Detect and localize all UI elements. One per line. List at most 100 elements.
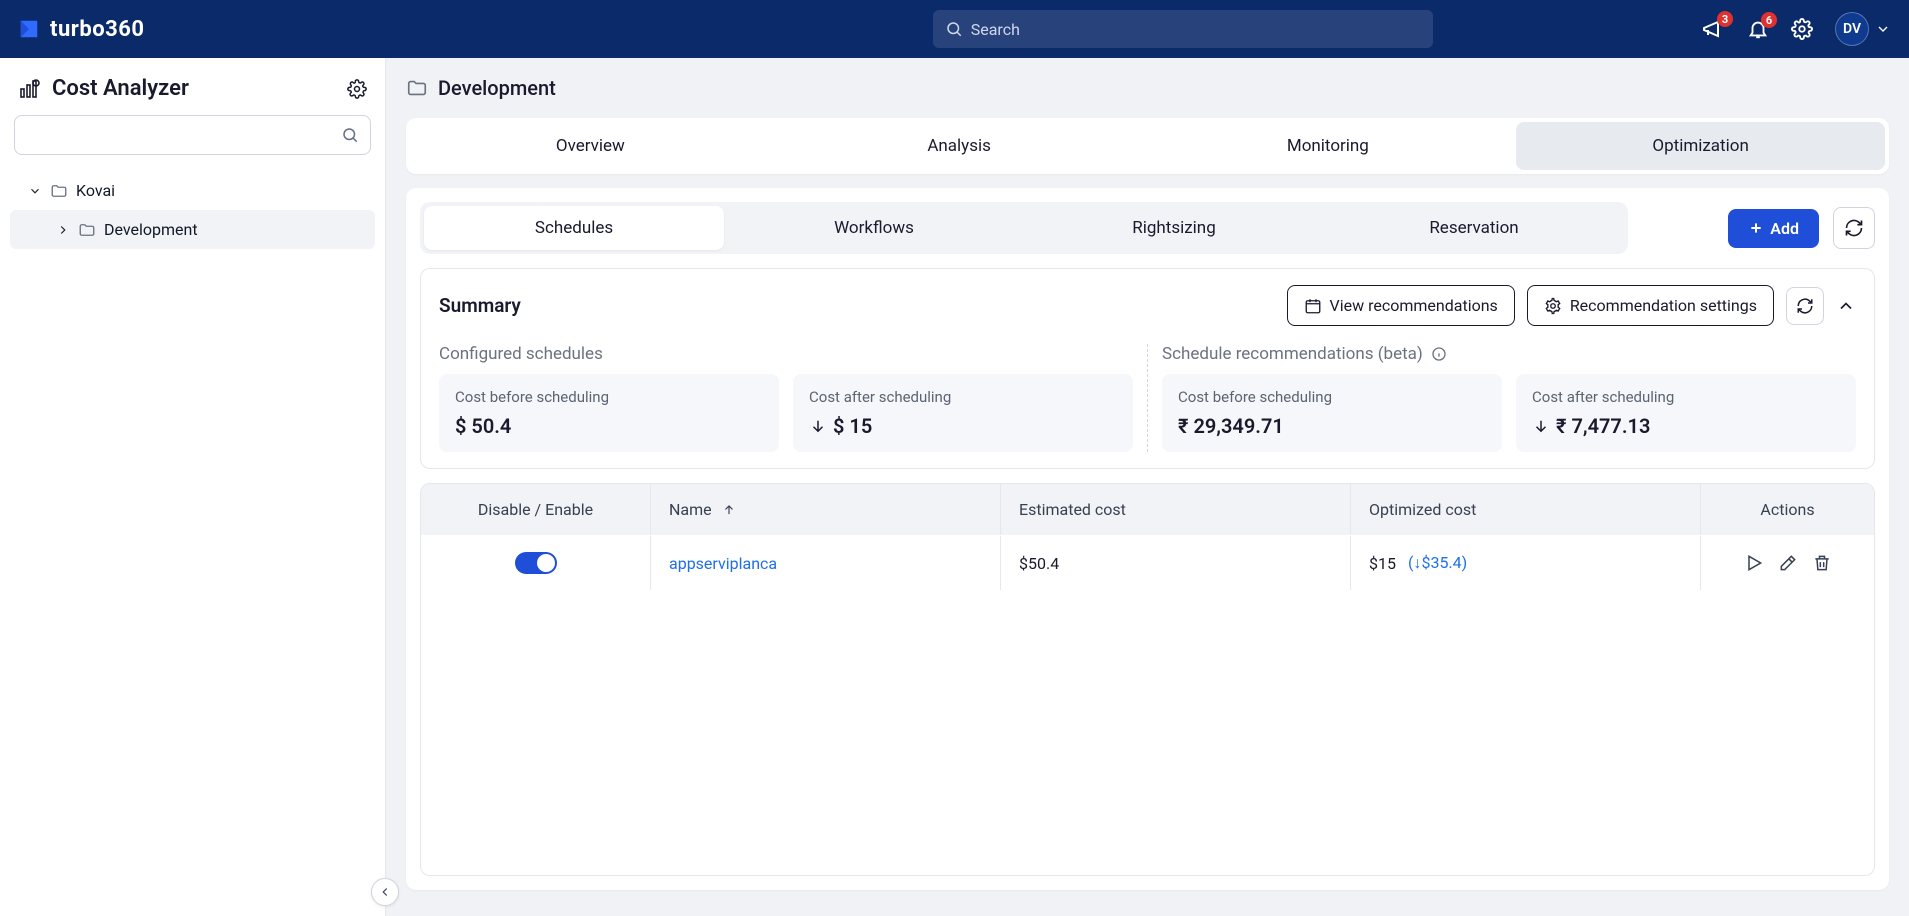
folder-icon bbox=[50, 182, 68, 200]
card-value: $ 15 bbox=[809, 414, 1117, 438]
delete-button[interactable] bbox=[1812, 553, 1832, 573]
tab-optimization[interactable]: Optimization bbox=[1516, 122, 1885, 170]
card-cost-before-configured: Cost before scheduling $ 50.4 bbox=[439, 374, 779, 452]
page-title: Development bbox=[438, 76, 556, 100]
subtab-rightsizing[interactable]: Rightsizing bbox=[1024, 206, 1324, 250]
breadcrumb: Development bbox=[406, 76, 1889, 100]
user-menu[interactable]: DV bbox=[1835, 12, 1891, 46]
summary-title: Summary bbox=[439, 294, 521, 317]
sort-asc-icon bbox=[722, 503, 736, 517]
arrow-down-icon bbox=[1532, 417, 1550, 435]
announcements-button[interactable]: 3 bbox=[1701, 17, 1725, 41]
card-value: ₹ 29,349.71 bbox=[1178, 414, 1486, 438]
tree-item-development[interactable]: Development bbox=[10, 210, 375, 249]
top-bar: turbo360 3 6 DV bbox=[0, 0, 1909, 58]
search-icon bbox=[945, 20, 963, 38]
arrow-down-icon bbox=[809, 417, 827, 435]
enable-toggle[interactable] bbox=[515, 552, 557, 574]
subtab-schedules[interactable]: Schedules bbox=[424, 206, 724, 250]
subtab-workflows[interactable]: Workflows bbox=[724, 206, 1024, 250]
card-value: ₹ 7,477.13 bbox=[1532, 414, 1840, 438]
search-icon bbox=[341, 126, 359, 144]
refresh-button[interactable] bbox=[1833, 207, 1875, 249]
table-header: Disable / Enable Name Estimated cost Opt… bbox=[421, 484, 1874, 535]
run-button[interactable] bbox=[1744, 553, 1764, 573]
summary-section: Summary View recommendations Recommendat… bbox=[420, 268, 1875, 469]
logo-icon bbox=[18, 18, 40, 40]
recommendation-settings-label: Recommendation settings bbox=[1570, 296, 1757, 315]
main-tabs: Overview Analysis Monitoring Optimizatio… bbox=[406, 118, 1889, 174]
tree-label: Development bbox=[104, 220, 198, 239]
th-optimized[interactable]: Optimized cost bbox=[1351, 484, 1701, 535]
th-toggle[interactable]: Disable / Enable bbox=[421, 484, 651, 535]
sidebar-title-text: Cost Analyzer bbox=[52, 76, 189, 101]
edit-button[interactable] bbox=[1778, 553, 1798, 573]
card-cost-after-configured: Cost after scheduling $ 15 bbox=[793, 374, 1133, 452]
view-recommendations-button[interactable]: View recommendations bbox=[1287, 285, 1515, 326]
cost-analyzer-icon bbox=[18, 77, 42, 101]
chevron-down-icon bbox=[1875, 21, 1891, 37]
sidebar-settings-button[interactable] bbox=[347, 79, 367, 99]
gear-icon bbox=[1544, 297, 1562, 315]
folder-icon bbox=[406, 77, 428, 99]
main-content: Development Overview Analysis Monitoring… bbox=[386, 58, 1909, 916]
estimated-cost: $50.4 bbox=[1019, 554, 1059, 573]
th-estimated[interactable]: Estimated cost bbox=[1001, 484, 1351, 535]
add-button-label: Add bbox=[1770, 219, 1799, 238]
plus-icon bbox=[1748, 220, 1764, 236]
card-label: Cost before scheduling bbox=[1178, 388, 1486, 406]
th-name[interactable]: Name bbox=[651, 484, 1001, 535]
card-value-text: ₹ 7,477.13 bbox=[1556, 414, 1650, 438]
collapse-sidebar-button[interactable] bbox=[371, 878, 399, 906]
sidebar-search-input[interactable] bbox=[14, 115, 371, 155]
table-row: appserviplanca $50.4 $15 (↓$35.4) bbox=[421, 535, 1874, 590]
card-label: Cost after scheduling bbox=[1532, 388, 1840, 406]
card-value: $ 50.4 bbox=[455, 414, 763, 438]
collapse-summary-button[interactable] bbox=[1836, 296, 1856, 316]
schedules-table: Disable / Enable Name Estimated cost Opt… bbox=[420, 483, 1875, 876]
col-title-text: Schedule recommendations (beta) bbox=[1162, 344, 1423, 364]
sidebar: Cost Analyzer Kovai bbox=[0, 58, 386, 916]
tab-monitoring[interactable]: Monitoring bbox=[1144, 118, 1513, 174]
avatar-initials: DV bbox=[1843, 21, 1861, 37]
th-name-label: Name bbox=[669, 500, 712, 519]
info-icon[interactable] bbox=[1431, 346, 1447, 362]
configured-schedules-title: Configured schedules bbox=[439, 344, 1133, 364]
add-button[interactable]: Add bbox=[1728, 209, 1819, 248]
optimized-cost: $15 bbox=[1369, 554, 1396, 573]
sidebar-search[interactable] bbox=[14, 115, 371, 155]
divider bbox=[1147, 344, 1148, 452]
optimization-panel: Schedules Workflows Rightsizing Reservat… bbox=[406, 188, 1889, 890]
card-cost-before-recommended: Cost before scheduling ₹ 29,349.71 bbox=[1162, 374, 1502, 452]
refresh-summary-button[interactable] bbox=[1786, 287, 1824, 325]
card-cost-after-recommended: Cost after scheduling ₹ 7,477.13 bbox=[1516, 374, 1856, 452]
folder-icon bbox=[78, 221, 96, 239]
settings-button[interactable] bbox=[1791, 18, 1813, 40]
view-recommendations-label: View recommendations bbox=[1330, 296, 1498, 315]
card-value-text: $ 15 bbox=[833, 414, 872, 438]
subtab-reservation[interactable]: Reservation bbox=[1324, 206, 1624, 250]
sub-tabs: Schedules Workflows Rightsizing Reservat… bbox=[420, 202, 1628, 254]
tree-label: Kovai bbox=[76, 181, 115, 200]
savings-value: (↓$35.4) bbox=[1408, 553, 1467, 573]
announcements-badge: 3 bbox=[1717, 11, 1733, 27]
brand: turbo360 bbox=[18, 17, 144, 42]
search-input[interactable] bbox=[933, 10, 1433, 48]
sidebar-title: Cost Analyzer bbox=[18, 76, 189, 101]
global-search[interactable] bbox=[933, 10, 1433, 48]
chevron-right-icon bbox=[56, 223, 70, 237]
recommendation-settings-button[interactable]: Recommendation settings bbox=[1527, 285, 1774, 326]
tab-overview[interactable]: Overview bbox=[406, 118, 775, 174]
card-label: Cost before scheduling bbox=[455, 388, 763, 406]
brand-name: turbo360 bbox=[50, 17, 144, 42]
tab-analysis[interactable]: Analysis bbox=[775, 118, 1144, 174]
avatar: DV bbox=[1835, 12, 1869, 46]
notifications-badge: 6 bbox=[1761, 12, 1777, 28]
tree-item-kovai[interactable]: Kovai bbox=[10, 171, 375, 210]
notifications-button[interactable]: 6 bbox=[1747, 18, 1769, 40]
th-actions: Actions bbox=[1701, 484, 1874, 535]
chevron-down-icon bbox=[28, 184, 42, 198]
schedule-name-link[interactable]: appserviplanca bbox=[669, 554, 777, 573]
calendar-icon bbox=[1304, 297, 1322, 315]
schedule-recommendations-title: Schedule recommendations (beta) bbox=[1162, 344, 1856, 364]
